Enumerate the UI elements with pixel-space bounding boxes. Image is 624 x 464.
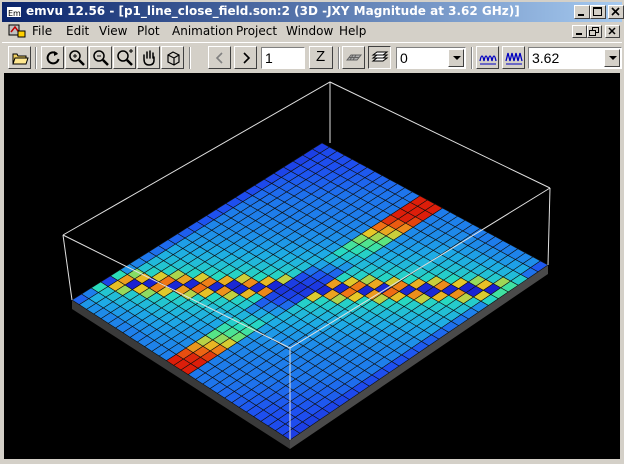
folder-open-icon xyxy=(12,53,29,65)
menu-bar: File Edit View Plot Animation Project Wi… xyxy=(2,22,622,41)
toolbar-separator xyxy=(471,47,473,69)
mesh-icon xyxy=(345,54,363,61)
reset-view-button[interactable] xyxy=(161,46,184,69)
frequency-value: 3.62 xyxy=(532,50,560,66)
close-icon xyxy=(608,27,616,35)
frequency-select[interactable]: 3.62 xyxy=(528,47,622,69)
menu-project[interactable]: Project xyxy=(236,24,277,38)
menu-help[interactable]: Help xyxy=(339,24,366,38)
zoom-out-icon xyxy=(93,50,109,66)
document-icon[interactable] xyxy=(8,23,26,39)
application-window: Em emvu 12.56 - [p1_line_close_field.son… xyxy=(0,0,624,464)
zoom-button[interactable] xyxy=(65,46,88,69)
restore-icon xyxy=(589,27,599,36)
3d-plot-viewport[interactable] xyxy=(4,73,620,459)
rotate-button[interactable] xyxy=(41,46,64,69)
toolbar-separator xyxy=(189,47,191,69)
menu-animation[interactable]: Animation xyxy=(172,24,233,38)
minimize-icon xyxy=(576,33,582,35)
menu-view[interactable]: View xyxy=(99,24,127,38)
minimize-icon xyxy=(578,14,584,16)
rotate-icon xyxy=(46,51,60,65)
close-button[interactable] xyxy=(608,5,624,19)
frequency-sweep-button[interactable] xyxy=(476,46,499,69)
frequency-step-button[interactable] xyxy=(502,46,525,69)
svg-text:Em: Em xyxy=(8,9,21,18)
doc-close-button[interactable] xyxy=(605,25,620,38)
level-value: 0 xyxy=(400,50,408,66)
toolbar-separator xyxy=(338,47,340,69)
z-axis-label: Z xyxy=(316,48,326,65)
cube-icon xyxy=(167,51,180,66)
zoom-out-button[interactable] xyxy=(89,46,112,69)
doc-minimize-button[interactable] xyxy=(572,25,587,38)
doc-restore-button[interactable] xyxy=(587,25,602,38)
toolbar-separator xyxy=(35,47,37,69)
maximize-icon xyxy=(593,7,602,16)
next-frame-button[interactable] xyxy=(234,46,257,69)
waveform-icon xyxy=(505,52,523,65)
field-surface-mesh xyxy=(71,142,549,441)
chevron-right-icon xyxy=(243,52,251,64)
menu-file[interactable]: File xyxy=(32,24,52,38)
open-button[interactable] xyxy=(8,46,31,69)
zoom-icon xyxy=(69,50,85,66)
menu-edit[interactable]: Edit xyxy=(66,24,89,38)
layers-icon xyxy=(371,51,389,62)
surface-mesh-button[interactable] xyxy=(342,46,365,69)
window-title: emvu 12.56 - [p1_line_close_field.son:2 … xyxy=(26,4,520,18)
box-edge-vertical xyxy=(62,234,73,301)
minimize-button[interactable] xyxy=(574,5,590,19)
box-edge-vertical xyxy=(547,187,551,266)
layers-button[interactable] xyxy=(368,46,391,69)
previous-frame-button[interactable] xyxy=(208,46,231,69)
zoom-in-icon xyxy=(117,49,133,66)
close-icon xyxy=(611,7,620,16)
level-select[interactable]: 0 xyxy=(396,47,466,69)
toolbar: 1 Z 0 3.62 xyxy=(2,42,622,73)
app-icon: Em xyxy=(7,7,21,18)
menu-window[interactable]: Window xyxy=(286,24,333,38)
frame-input[interactable]: 1 xyxy=(261,47,305,69)
waveform-icon xyxy=(479,55,497,65)
pan-button[interactable] xyxy=(137,46,160,69)
maximize-button[interactable] xyxy=(590,5,606,19)
menu-plot[interactable]: Plot xyxy=(137,24,160,38)
zoom-in-button[interactable] xyxy=(113,46,136,69)
hand-icon xyxy=(143,50,155,66)
chevron-down-icon[interactable] xyxy=(604,49,620,67)
z-axis-button[interactable]: Z xyxy=(309,46,333,69)
title-bar[interactable]: Em emvu 12.56 - [p1_line_close_field.son… xyxy=(2,2,624,22)
chevron-left-icon xyxy=(215,52,223,64)
current-density-plot xyxy=(62,81,551,449)
chevron-down-icon[interactable] xyxy=(448,49,464,67)
